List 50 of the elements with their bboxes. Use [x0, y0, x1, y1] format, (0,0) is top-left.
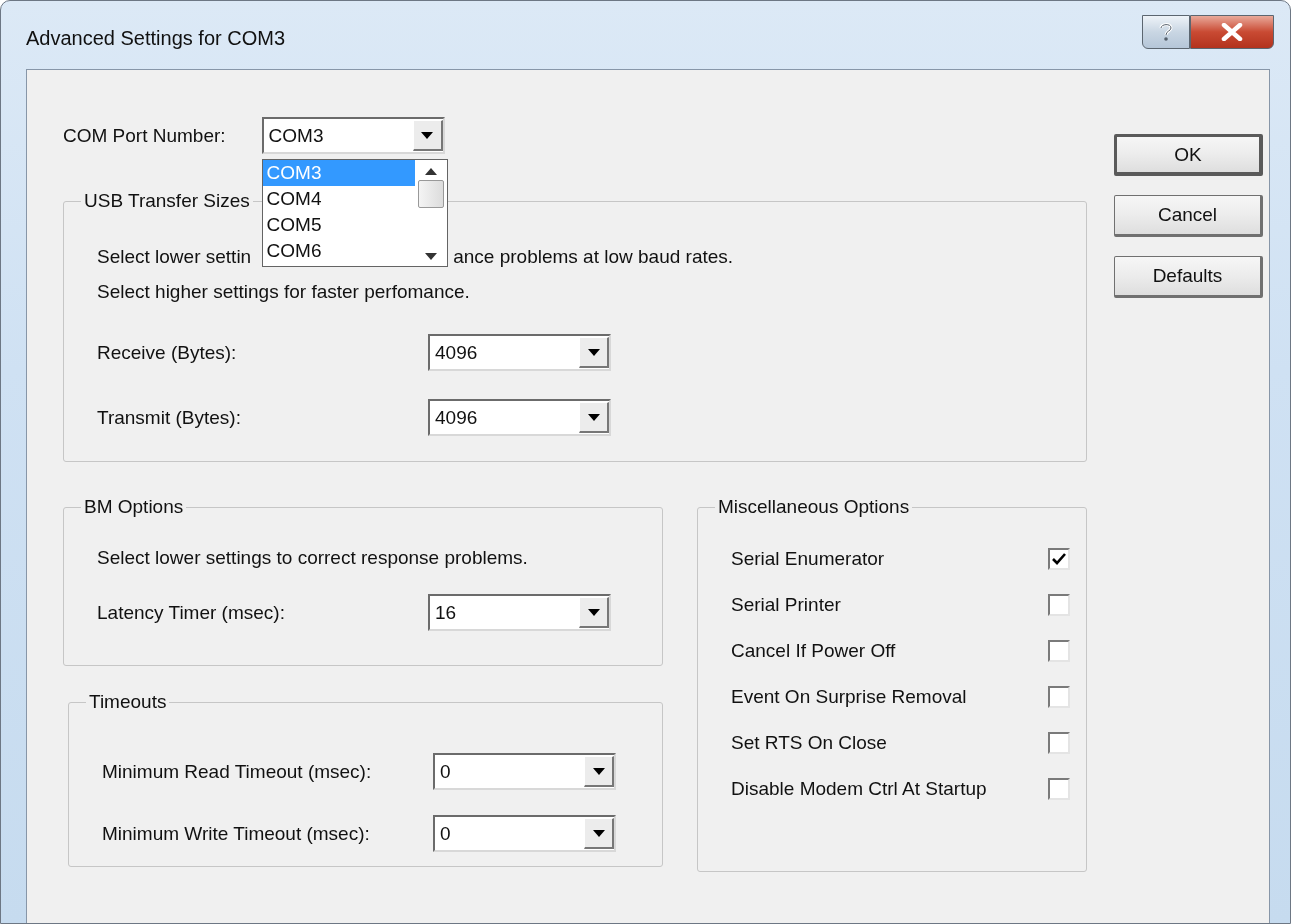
checkbox[interactable] — [1048, 548, 1070, 570]
group-title: USB Transfer Sizes — [83, 190, 251, 212]
dialog-button[interactable]: Cancel — [1114, 195, 1263, 237]
help-button[interactable] — [1142, 15, 1190, 49]
checkbox[interactable] — [1048, 686, 1070, 708]
option-label: Cancel If Power Off — [731, 640, 896, 662]
note-text: ance problems at low baud rates. — [453, 246, 734, 268]
caret-icon — [592, 829, 605, 837]
check-icon — [1052, 553, 1066, 565]
scroll-up-icon[interactable] — [424, 168, 437, 175]
window-title: Advanced Settings for COM3 — [26, 25, 285, 50]
com-port-dropdown[interactable]: COM3 — [261, 117, 445, 154]
group-title: Miscellaneous Options — [717, 496, 911, 518]
checkbox[interactable] — [1048, 594, 1070, 616]
dialog-button[interactable]: OK — [1114, 134, 1263, 176]
option-label: Serial Printer — [731, 594, 841, 616]
value-dropdown[interactable]: 0 — [433, 815, 616, 852]
caret-icon — [421, 131, 434, 139]
note-text: Select lower settings to correct response problems. — [97, 547, 529, 569]
scrollbar-thumb[interactable] — [417, 180, 444, 208]
close-icon — [1221, 23, 1243, 41]
option-label: Event On Surprise Removal — [731, 686, 967, 708]
option-label: Disable Modem Ctrl At Startup — [731, 778, 987, 800]
caret-icon — [587, 413, 600, 421]
scroll-down-icon[interactable] — [424, 253, 437, 260]
field-label: Transmit (Bytes): — [97, 406, 242, 429]
group-title: BM Options — [83, 496, 185, 518]
dialog-button[interactable]: Defaults — [1114, 256, 1263, 298]
caret-icon — [587, 608, 600, 616]
close-button[interactable] — [1190, 15, 1274, 49]
note-text: Select higher settings for faster perfomance. — [97, 281, 471, 303]
value-dropdown[interactable]: 0 — [433, 753, 616, 790]
value-dropdown[interactable]: 16 — [428, 594, 611, 631]
caret-icon — [587, 348, 600, 356]
field-label: Minimum Read Timeout (msec): — [102, 760, 373, 783]
field-label: Receive (Bytes): — [97, 341, 238, 364]
com-port-label: COM Port Number: — [63, 124, 226, 147]
checkbox[interactable] — [1048, 640, 1070, 662]
caret-icon — [592, 767, 605, 775]
field-label: Latency Timer (msec): — [97, 601, 286, 624]
field-label: Minimum Write Timeout (msec): — [102, 822, 371, 845]
value-dropdown[interactable]: 4096 — [428, 334, 611, 371]
checkbox[interactable] — [1048, 778, 1070, 800]
note-text: Select lower settin — [97, 246, 252, 268]
checkbox[interactable] — [1048, 732, 1070, 754]
option-label: Serial Enumerator — [731, 548, 885, 570]
option-label: Set RTS On Close — [731, 732, 887, 754]
group-title: Timeouts — [88, 691, 168, 713]
help-icon — [1159, 22, 1173, 42]
value-dropdown[interactable]: 4096 — [428, 399, 611, 436]
